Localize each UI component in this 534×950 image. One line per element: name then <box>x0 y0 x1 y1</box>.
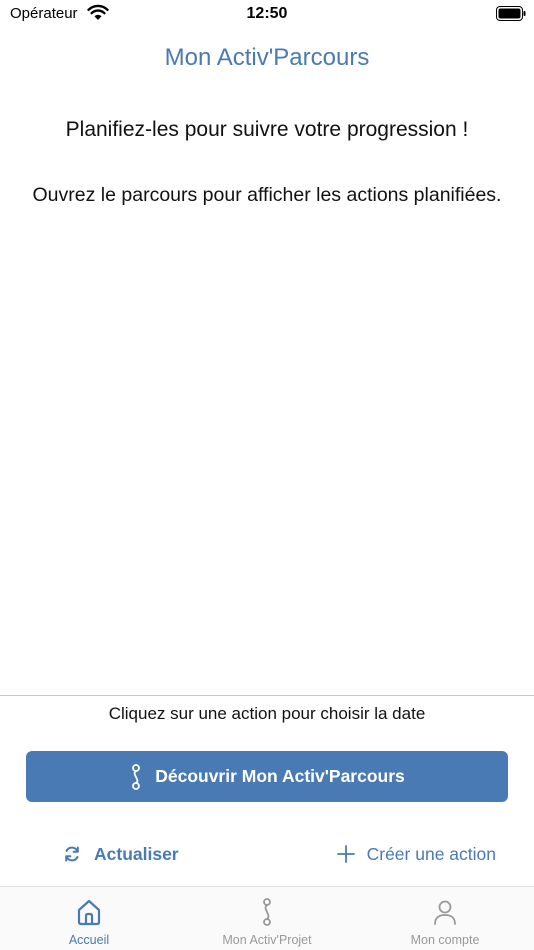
battery-icon <box>496 6 526 21</box>
create-action-label: Créer une action <box>366 843 496 864</box>
date-hint: Cliquez sur une action pour choisir la d… <box>108 704 426 723</box>
status-bar: Opérateur 12:50 <box>0 0 534 30</box>
discover-parcours-label: Découvrir Mon Activ'Parcours <box>155 766 405 786</box>
refresh-icon <box>65 846 79 862</box>
divider <box>0 695 534 696</box>
tab-label: Accueil <box>68 933 110 947</box>
home-icon <box>77 899 101 926</box>
discover-parcours-button[interactable]: Découvrir Mon Activ'Parcours <box>26 751 508 802</box>
plan-message: Planifiez-les pour suivre votre progress… <box>65 118 469 141</box>
user-icon <box>434 900 456 925</box>
tab-bar: Accueil Mon Activ'Projet Mon compte <box>0 886 534 950</box>
tab-label: Mon Activ'Projet <box>222 933 312 947</box>
create-action-button[interactable]: Créer une action <box>336 838 496 870</box>
open-path-message: Ouvrez le parcours pour afficher les act… <box>32 184 502 206</box>
tab-accueil[interactable]: Accueil <box>0 887 178 950</box>
refresh-label: Actualiser <box>94 843 179 864</box>
path-icon <box>263 898 271 926</box>
status-time: 12:50 <box>246 5 288 22</box>
tab-mon-activ-projet[interactable]: Mon Activ'Projet <box>178 887 356 950</box>
page-title: Mon Activ'Parcours <box>164 44 370 71</box>
path-icon <box>132 763 141 790</box>
tab-mon-compte[interactable]: Mon compte <box>356 887 534 950</box>
tab-label: Mon compte <box>410 933 480 947</box>
secondary-actions: Actualiser Créer une action <box>0 838 534 870</box>
refresh-button[interactable]: Actualiser <box>62 838 179 870</box>
plus-icon <box>336 845 355 863</box>
